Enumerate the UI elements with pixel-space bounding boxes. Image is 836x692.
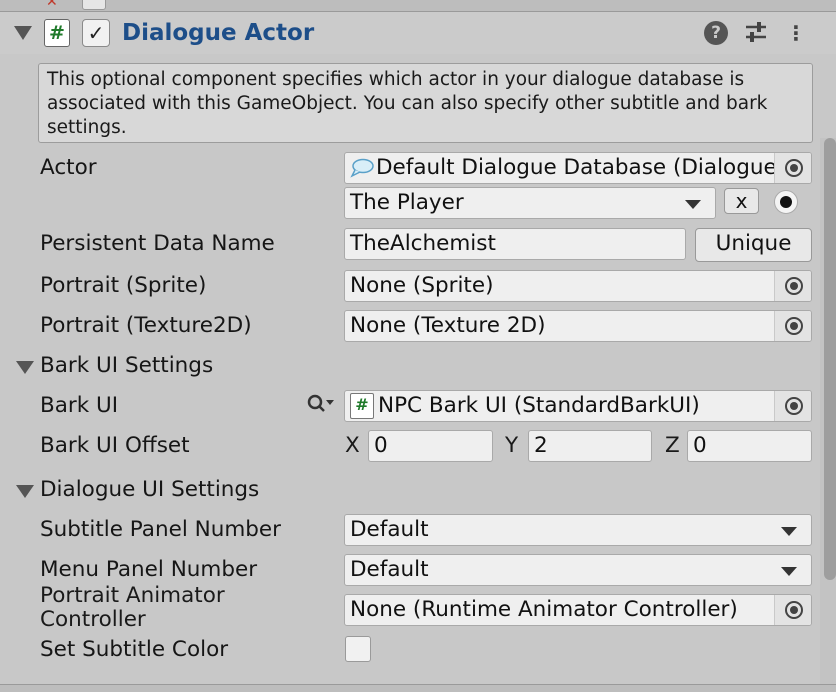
- dropdown-arrow-icon: [781, 567, 797, 576]
- bark-ui-label: Bark UI: [40, 393, 119, 418]
- scrollbar-thumb[interactable]: [824, 138, 836, 580]
- foldout-arrow-icon[interactable]: [14, 26, 32, 40]
- object-picker-icon[interactable]: [785, 601, 803, 619]
- object-picker-icon[interactable]: [785, 277, 803, 295]
- remove-icon: ✕: [46, 0, 58, 10]
- actor-label: Actor: [40, 155, 97, 180]
- search-icon[interactable]: [306, 392, 336, 418]
- dropdown-arrow-icon: [685, 200, 701, 209]
- sliders-icon: [746, 22, 766, 42]
- portrait-animator-value: None (Runtime Animator Controller): [350, 597, 738, 622]
- offset-x-label: X: [345, 433, 360, 458]
- bark-foldout-arrow-icon[interactable]: [16, 361, 34, 374]
- portrait-texture-field[interactable]: None (Texture 2D): [344, 310, 812, 342]
- component-title: Dialogue Actor: [122, 20, 315, 46]
- set-subtitle-color-checkbox[interactable]: [345, 636, 371, 662]
- help-box: This optional component specifies which …: [38, 63, 813, 143]
- offset-x-input[interactable]: 0: [368, 430, 493, 462]
- object-picker-icon[interactable]: [785, 159, 803, 177]
- actor-database-field[interactable]: Default Dialogue Database (Dialogue: [344, 152, 812, 184]
- bark-ui-field[interactable]: # NPC Bark UI (StandardBarkUI): [344, 390, 812, 422]
- dropdown-arrow-icon: [781, 527, 797, 536]
- portrait-sprite-label: Portrait (Sprite): [40, 273, 207, 298]
- offset-z-input[interactable]: 0: [687, 430, 812, 462]
- portrait-sprite-value: None (Sprite): [350, 273, 494, 298]
- clear-actor-button[interactable]: x: [724, 188, 759, 214]
- menu-panel-label: Menu Panel Number: [40, 557, 258, 582]
- persistent-data-name-label: Persistent Data Name: [40, 231, 275, 256]
- next-component-strip: [0, 684, 836, 692]
- offset-y-input[interactable]: 2: [528, 430, 652, 462]
- subtitle-panel-label: Subtitle Panel Number: [40, 517, 281, 542]
- bark-ui-value: NPC Bark UI (StandardBarkUI): [378, 393, 700, 418]
- subtitle-panel-dropdown[interactable]: Default: [344, 514, 812, 546]
- offset-y-label: Y: [505, 433, 519, 458]
- actor-database-value: Default Dialogue Database (Dialogue: [376, 155, 777, 180]
- script-icon: #: [350, 393, 374, 419]
- dialogue-ui-settings-header[interactable]: Dialogue UI Settings: [40, 475, 259, 505]
- set-subtitle-color-label: Set Subtitle Color: [40, 637, 229, 662]
- presets-icon[interactable]: [742, 20, 770, 50]
- previous-component-strip: ✕: [0, 0, 836, 12]
- portrait-texture-value: None (Texture 2D): [350, 313, 546, 338]
- dialogue-database-icon: [350, 158, 374, 178]
- previous-component-checkbox[interactable]: [82, 0, 106, 10]
- enable-checkbox[interactable]: ✓: [82, 19, 110, 47]
- portrait-sprite-field[interactable]: None (Sprite): [344, 270, 812, 302]
- bark-ui-offset-label: Bark UI Offset: [40, 433, 190, 458]
- menu-panel-value: Default: [350, 557, 429, 582]
- menu-panel-dropdown[interactable]: Default: [344, 554, 812, 586]
- radio-dot-icon: [780, 196, 792, 208]
- actor-radio[interactable]: [774, 190, 798, 214]
- dialogue-foldout-arrow-icon[interactable]: [16, 485, 34, 498]
- object-picker-icon[interactable]: [785, 397, 803, 415]
- unique-button[interactable]: Unique: [695, 228, 812, 262]
- portrait-animator-label: Portrait Animator Controller: [40, 582, 330, 628]
- subtitle-panel-value: Default: [350, 517, 429, 542]
- script-icon: #: [44, 19, 70, 47]
- actor-dropdown-value: The Player: [350, 190, 464, 215]
- actor-dropdown[interactable]: The Player: [344, 187, 716, 219]
- persistent-data-name-input[interactable]: TheAlchemist: [344, 228, 686, 260]
- portrait-texture-label: Portrait (Texture2D): [40, 313, 252, 338]
- menu-icon[interactable]: ⋮: [784, 20, 808, 46]
- bark-ui-settings-header[interactable]: Bark UI Settings: [40, 351, 213, 381]
- help-icon[interactable]: ?: [704, 21, 728, 45]
- object-picker-icon[interactable]: [785, 317, 803, 335]
- portrait-animator-field[interactable]: None (Runtime Animator Controller): [344, 594, 812, 626]
- offset-z-label: Z: [665, 433, 680, 458]
